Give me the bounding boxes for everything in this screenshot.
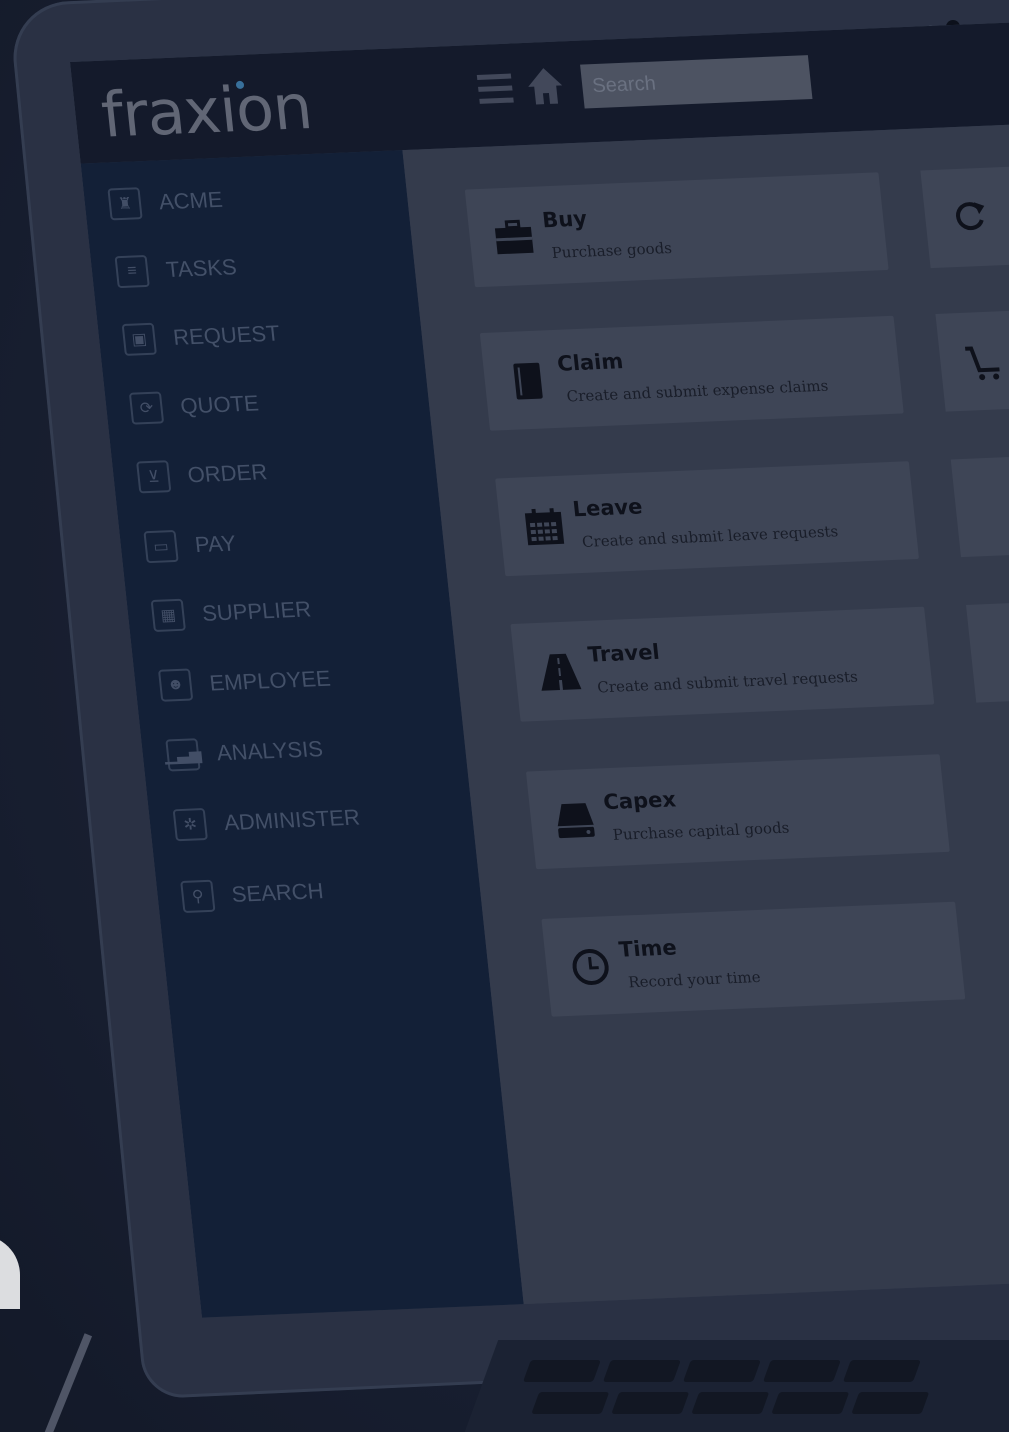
refresh-icon: ⟳: [128, 391, 165, 425]
sidebar-item-label: ACME: [157, 186, 224, 215]
laptop-screen: fraxion ♜ ACME ≡ TASKS ▣ REQUEST: [70, 15, 1009, 1318]
refresh-icon: [956, 202, 985, 231]
sidebar-item-label: QUOTE: [179, 390, 260, 419]
briefcase-icon: ▣: [121, 322, 157, 356]
stylus-pen: [35, 1333, 93, 1432]
road-icon: [541, 653, 582, 691]
sidebar-item-order[interactable]: ⊻ ORDER: [135, 450, 269, 499]
card-quote-partial[interactable]: [920, 164, 1009, 269]
sidebar-item-acme[interactable]: ♜ ACME: [107, 178, 225, 227]
cart-icon: ⊻: [136, 460, 172, 494]
sidebar-item-administer[interactable]: ✲ ADMINISTER: [172, 796, 362, 848]
clock-icon: [572, 949, 609, 985]
card-time[interactable]: Time Record your time: [541, 901, 966, 1017]
search-input[interactable]: [580, 55, 813, 109]
sidebar-item-label: SEARCH: [230, 878, 325, 907]
card-title: Time: [617, 935, 678, 962]
card-claim[interactable]: Claim Create and submit expense claims: [479, 315, 904, 431]
card-description: Purchase capital goods: [611, 818, 791, 844]
hard-drive-icon: [557, 803, 595, 839]
card-description: Create and submit travel requests: [596, 667, 859, 697]
search-icon: ⚲: [180, 879, 216, 913]
home-icon[interactable]: [524, 65, 566, 106]
credit-card-icon: ▭: [143, 529, 179, 564]
building-icon: ♜: [107, 187, 143, 221]
sidebar-item-label: TASKS: [164, 254, 238, 283]
sidebar-item-tasks[interactable]: ≡ TASKS: [114, 245, 239, 294]
card-description: Create and submit leave requests: [581, 522, 840, 551]
sidebar-item-label: REQUEST: [171, 320, 281, 350]
card-partial[interactable]: [950, 453, 1009, 558]
card-title: Travel: [586, 639, 661, 667]
card-title: Claim: [556, 349, 625, 376]
briefcase-icon: [494, 219, 534, 255]
menu-icon[interactable]: [476, 73, 515, 109]
sidebar-item-label: ADMINISTER: [222, 804, 362, 836]
card-partial[interactable]: [966, 599, 1009, 703]
sidebar-item-analysis[interactable]: ▁▃▅ ANALYSIS: [164, 727, 325, 777]
app-logo[interactable]: fraxion: [98, 70, 315, 152]
sidebar-item-pay[interactable]: ▭ PAY: [143, 522, 238, 570]
photo-scene: fraxion ♜ ACME ≡ TASKS ▣ REQUEST: [0, 0, 1009, 1432]
card-travel[interactable]: Travel Create and submit travel requests: [510, 606, 935, 722]
card-title: Buy: [540, 206, 589, 233]
tasks-icon: ≡: [114, 254, 150, 289]
card-capex[interactable]: Capex Purchase capital goods: [525, 754, 950, 870]
laptop-keyboard: [461, 1340, 1009, 1432]
sidebar-item-request[interactable]: ▣ REQUEST: [121, 312, 282, 362]
card-description: Create and submit expense claims: [565, 376, 830, 406]
card-description: Purchase goods: [550, 238, 673, 262]
bar-chart-icon: ▁▃▅: [164, 738, 202, 772]
white-letter-fragment: [0, 1235, 20, 1309]
sidebar-item-label: SUPPLIER: [200, 596, 313, 626]
sidebar-item-label: ORDER: [186, 459, 269, 488]
grid-icon: ▦: [150, 598, 186, 632]
card-leave[interactable]: Leave Create and submit leave requests: [495, 461, 920, 577]
sidebar-item-quote[interactable]: ⟳ QUOTE: [128, 381, 261, 430]
card-description: Record your time: [627, 967, 762, 992]
book-icon: [513, 362, 543, 400]
card-order-partial[interactable]: [935, 308, 1009, 412]
user-icon: ☻: [157, 668, 194, 702]
gear-icon: ✲: [172, 808, 208, 842]
sidebar-item-employee[interactable]: ☻ EMPLOYEE: [157, 657, 333, 708]
sidebar-item-label: ANALYSIS: [215, 736, 325, 766]
card-title: Leave: [571, 494, 644, 522]
sidebar-item-supplier[interactable]: ▦ SUPPLIER: [150, 587, 313, 637]
card-title: Capex: [602, 787, 678, 815]
cart-icon: [964, 346, 1000, 381]
sidebar-item-search[interactable]: ⚲ SEARCH: [180, 869, 326, 919]
sidebar-item-label: PAY: [193, 530, 238, 558]
calendar-icon: [524, 508, 565, 546]
card-buy[interactable]: Buy Purchase goods: [464, 172, 889, 288]
sidebar-item-label: EMPLOYEE: [208, 665, 332, 696]
